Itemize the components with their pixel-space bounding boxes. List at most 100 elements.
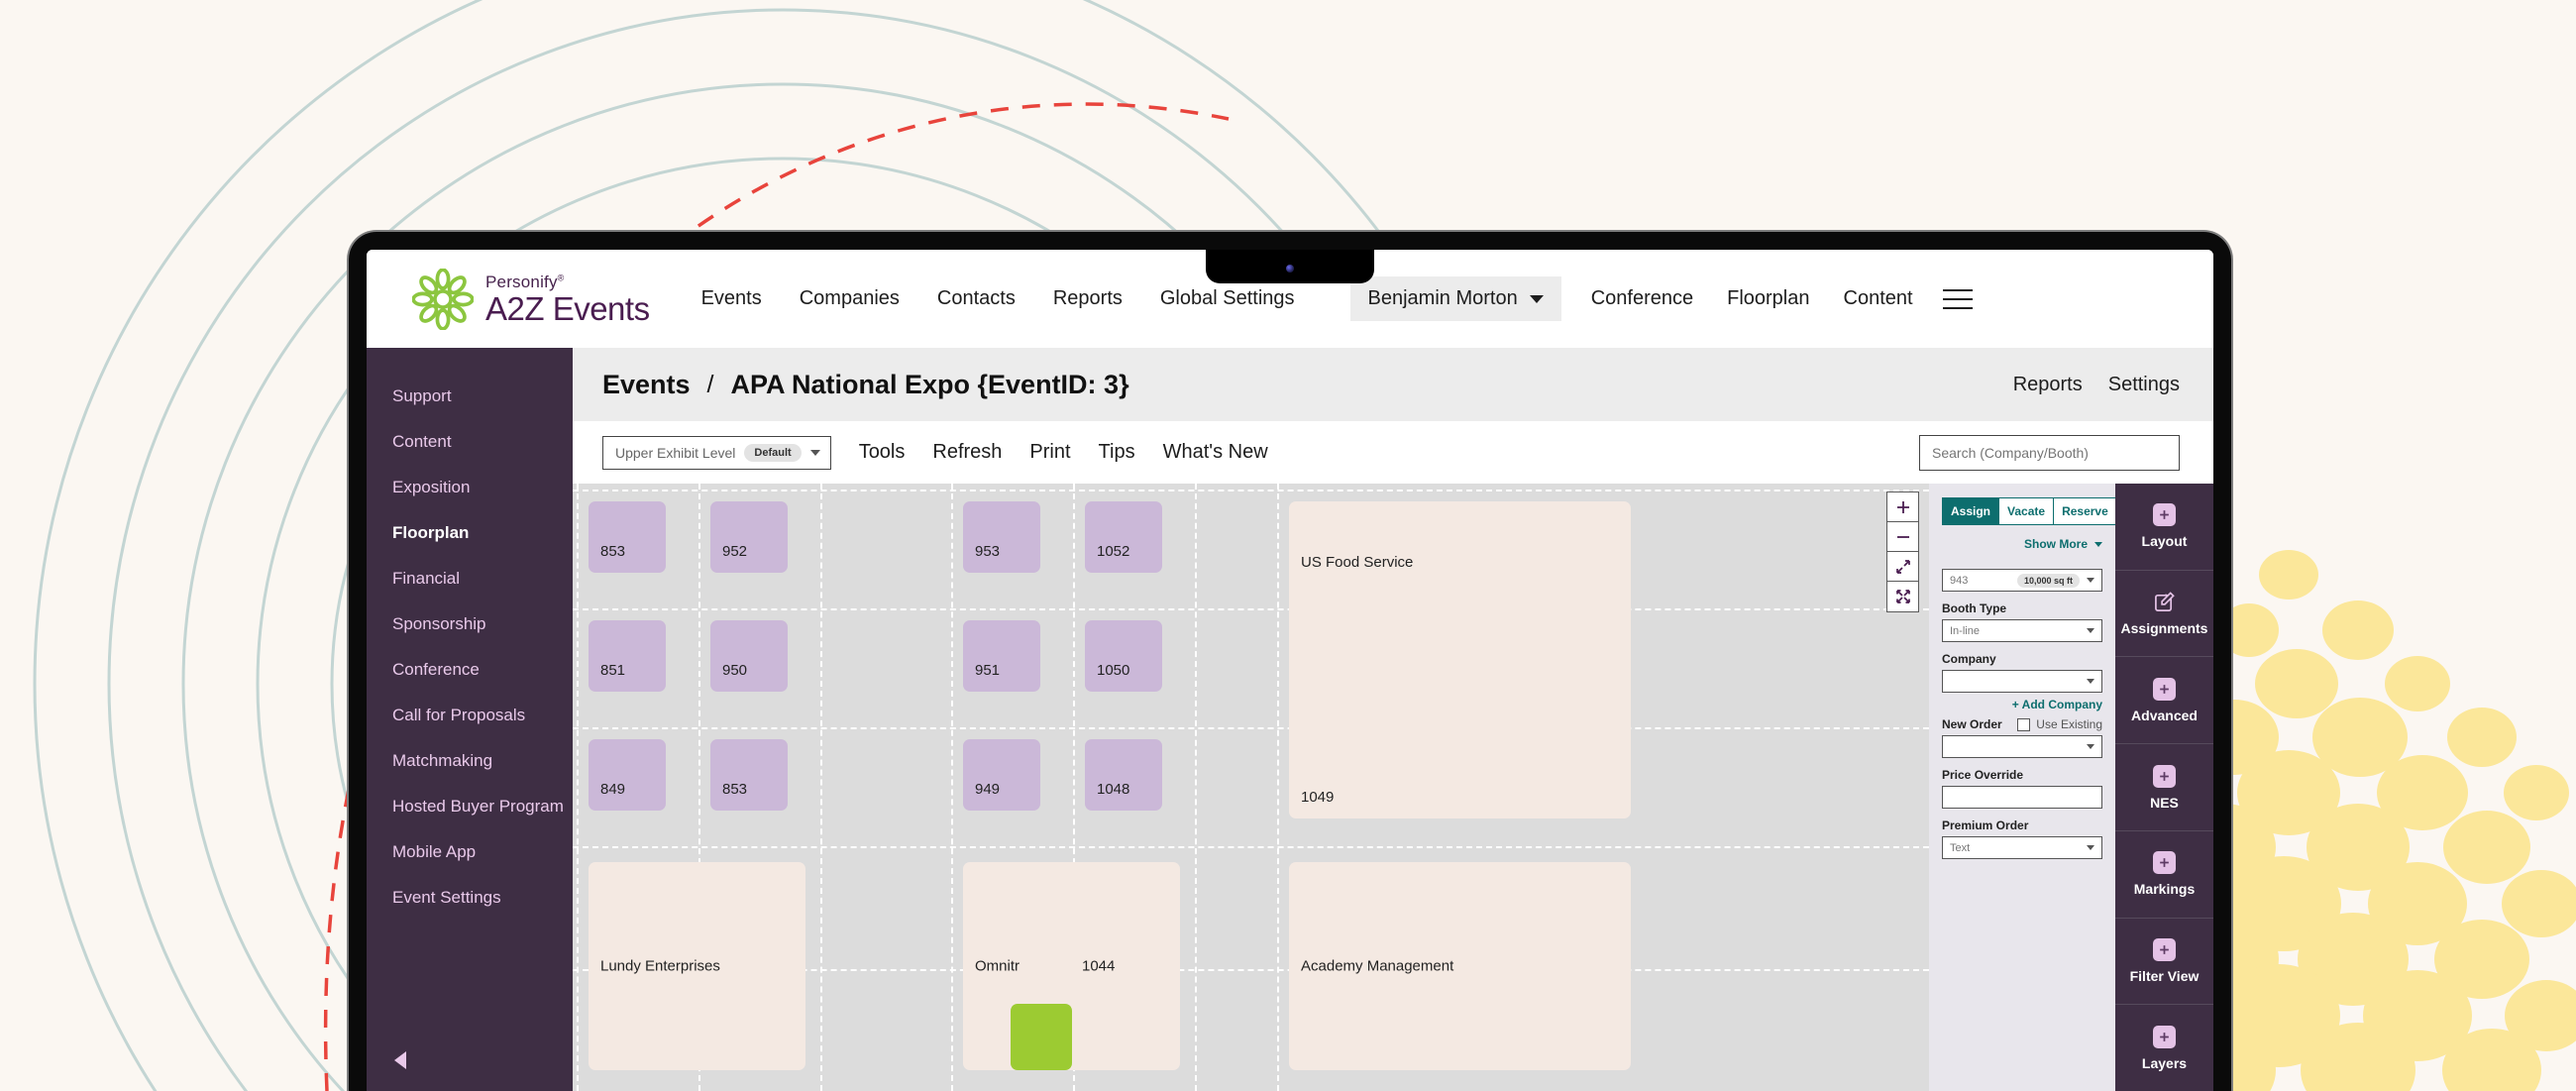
user-menu-button[interactable]: Benjamin Morton (1349, 276, 1561, 321)
tool-rail-item-assignments[interactable]: Assignments (2115, 571, 2213, 658)
company-field: Company + Add Company (1942, 652, 2102, 711)
booth-tile-academy-management[interactable]: Academy Management (1289, 862, 1631, 1070)
booth-tile-us-food-service[interactable]: US Food Service 1049 (1289, 501, 1631, 818)
toolbar-tips[interactable]: Tips (1099, 441, 1135, 464)
premium-order-select[interactable]: Text (1942, 836, 2102, 859)
booth-tile[interactable]: 953 (963, 501, 1040, 573)
nav-link-reports[interactable]: Reports (1053, 287, 1123, 310)
booth-number: 950 (722, 662, 748, 679)
booth-tile[interactable]: 1050 (1085, 620, 1162, 692)
plus-glyph (1896, 500, 1909, 513)
tool-rail-label: Layers (2141, 1054, 2188, 1071)
breadcrumb-action-settings[interactable]: Settings (2108, 374, 2180, 396)
toolbar-print[interactable]: Print (1029, 441, 1070, 464)
booth-tile[interactable]: 951 (963, 620, 1040, 692)
canvas-row: 853 952 953 1052 851 950 951 1050 849 85… (573, 484, 2213, 1091)
zoom-out-icon[interactable] (1887, 522, 1918, 552)
nav-link-content[interactable]: Content (1844, 287, 1913, 310)
show-more-toggle[interactable]: Show More (1942, 537, 2102, 551)
add-company-link[interactable]: + Add Company (1942, 698, 2102, 711)
sidebar-item-mobile-app[interactable]: Mobile App (392, 829, 573, 875)
tool-rail-item-markings[interactable]: Markings (2115, 831, 2213, 919)
nav-link-companies[interactable]: Companies (800, 287, 900, 310)
company-select[interactable] (1942, 670, 2102, 693)
booth-number: 1049 (1301, 789, 1335, 806)
nav-link-conference[interactable]: Conference (1591, 287, 1693, 310)
fit-screen-icon[interactable] (1887, 582, 1918, 611)
sidebar-item-matchmaking[interactable]: Matchmaking (392, 738, 573, 784)
booth-tile-highlighted[interactable] (1011, 1004, 1072, 1070)
booth-tile[interactable]: 952 (710, 501, 788, 573)
tool-rail-item-nes[interactable]: NES (2115, 744, 2213, 831)
booth-number: 849 (600, 781, 626, 798)
breadcrumb-root[interactable]: Events (602, 370, 691, 400)
floorplan-canvas[interactable]: 853 952 953 1052 851 950 951 1050 849 85… (573, 484, 1929, 1091)
floorplan-toolbar: Upper Exhibit Level Default Tools Refres… (573, 421, 2213, 484)
brand-logo[interactable]: Personify® A2Z Events (412, 268, 650, 330)
booth-tile[interactable]: 853 (589, 501, 666, 573)
nav-link-floorplan[interactable]: Floorplan (1727, 287, 1809, 310)
sidebar-item-exposition[interactable]: Exposition (392, 465, 573, 510)
zoom-controls (1886, 491, 1919, 612)
toolbar-whats-new[interactable]: What's New (1163, 441, 1268, 464)
hamburger-bar (1942, 288, 1973, 291)
booth-tile-lundy-enterprises[interactable]: Lundy Enterprises (589, 862, 805, 1070)
tab-vacate[interactable]: Vacate (1999, 498, 2055, 524)
tab-reserve[interactable]: Reserve (2054, 498, 2115, 524)
brand-personify: Personify® (485, 272, 650, 289)
tool-rail-item-advanced[interactable]: Advanced (2115, 657, 2213, 745)
booth-type-label: Booth Type (1942, 601, 2007, 615)
sidebar-item-sponsorship[interactable]: Sponsorship (392, 601, 573, 647)
tool-rail-item-layout[interactable]: Layout (2115, 484, 2213, 571)
main-column: Events / APA National Expo {EventID: 3} … (573, 348, 2213, 1091)
hamburger-menu-icon[interactable] (1942, 288, 1973, 309)
plus-glyph (2160, 1032, 2169, 1041)
toolbar-tools[interactable]: Tools (859, 441, 906, 464)
breadcrumb-action-reports[interactable]: Reports (2013, 374, 2083, 396)
booth-tile[interactable]: 950 (710, 620, 788, 692)
sidebar-collapse-left-icon[interactable] (394, 1051, 406, 1069)
sidebar-item-conference[interactable]: Conference (392, 647, 573, 693)
sidebar-item-financial[interactable]: Financial (392, 556, 573, 601)
plus-square-icon (2153, 1025, 2176, 1048)
sidebar-item-content[interactable]: Content (392, 419, 573, 465)
nav-link-events[interactable]: Events (701, 287, 762, 310)
tool-rail-item-layers[interactable]: Layers (2115, 1005, 2213, 1091)
booth-tile[interactable]: 853 (710, 739, 788, 811)
zoom-in-icon[interactable] (1887, 492, 1918, 522)
tool-rail-item-filter-view[interactable]: Filter View (2115, 919, 2213, 1006)
booth-company-name: Lundy Enterprises (600, 957, 720, 975)
booth-tile[interactable]: 851 (589, 620, 666, 692)
sidebar-item-hosted-buyer-program[interactable]: Hosted Buyer Program (392, 784, 573, 829)
booth-number: 1048 (1097, 781, 1130, 798)
new-order-label: New Order (1942, 717, 2002, 731)
registered-mark: ® (557, 272, 565, 282)
use-existing-checkbox[interactable]: Use Existing (2017, 717, 2102, 731)
tab-assign[interactable]: Assign (1943, 498, 2000, 524)
sidebar-item-floorplan[interactable]: Floorplan (392, 510, 573, 556)
grid-line-vertical (820, 484, 822, 1091)
booth-tile[interactable]: 849 (589, 739, 666, 811)
toolbar-refresh[interactable]: Refresh (932, 441, 1002, 464)
nav-link-global-settings[interactable]: Global Settings (1160, 287, 1295, 310)
edit-square-icon (2153, 591, 2176, 613)
sidebar-item-call-for-proposals[interactable]: Call for Proposals (392, 693, 573, 738)
left-sidebar: Support Content Exposition Floorplan Fin… (367, 348, 573, 1091)
search-input[interactable] (1919, 434, 2180, 471)
booth-tile[interactable]: 1048 (1085, 739, 1162, 811)
booth-tile[interactable]: 949 (963, 739, 1040, 811)
booth-number-select[interactable]: 943 10,000 sq ft (1942, 569, 2102, 592)
price-override-input[interactable] (1942, 786, 2102, 809)
screen: Personify® A2Z Events Events Companies C… (367, 250, 2213, 1091)
sidebar-item-event-settings[interactable]: Event Settings (392, 875, 573, 921)
plus-square-icon (2153, 764, 2176, 788)
nav-link-contacts[interactable]: Contacts (937, 287, 1016, 310)
booth-type-select[interactable]: In-line (1942, 619, 2102, 642)
sidebar-item-support[interactable]: Support (392, 374, 573, 419)
expand-icon[interactable] (1887, 552, 1918, 582)
tool-rail-label: Markings (2133, 881, 2196, 898)
exhibit-level-select[interactable]: Upper Exhibit Level Default (602, 435, 831, 470)
new-order-select[interactable] (1942, 735, 2102, 758)
booth-number-value: 943 (1950, 574, 1969, 587)
booth-tile[interactable]: 1052 (1085, 501, 1162, 573)
